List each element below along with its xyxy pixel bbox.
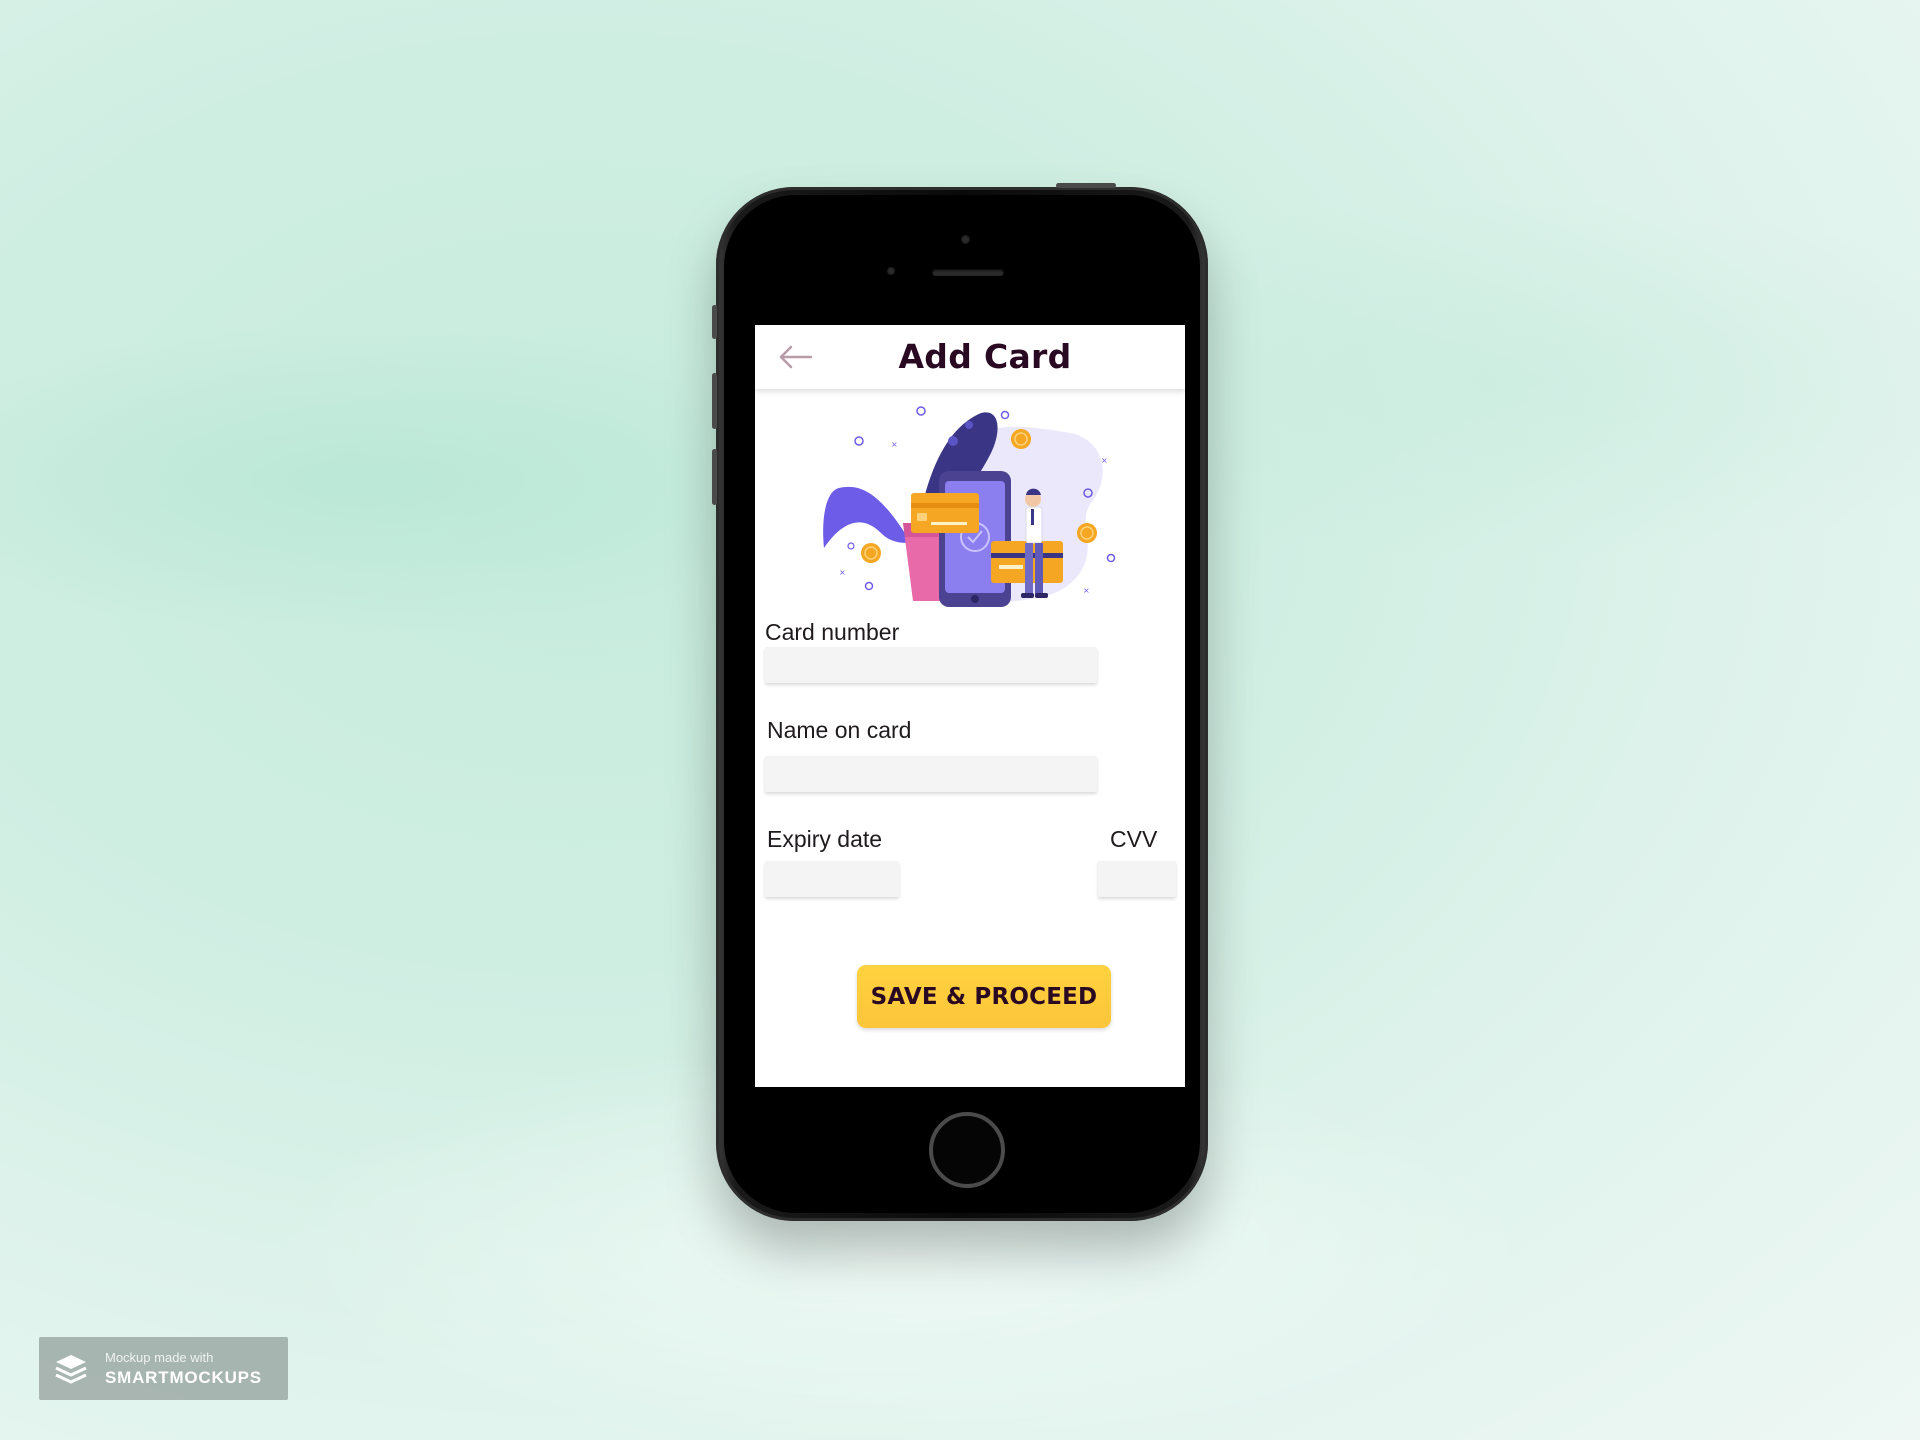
smartmockups-watermark: Mockup made with SMARTMOCKUPS (39, 1337, 288, 1400)
phone-top-button (1056, 183, 1116, 188)
watermark-caption: Mockup made with (105, 1350, 214, 1365)
svg-text:×: × (839, 568, 846, 577)
card-number-label: Card number (765, 619, 900, 645)
watermark-brand: SMARTMOCKUPS (105, 1368, 262, 1387)
layers-icon (55, 1355, 87, 1384)
earpiece-speaker (932, 269, 1004, 276)
credit-card-payment-illustration: × × × × (823, 406, 1116, 607)
svg-text:×: × (1101, 456, 1108, 465)
expiry-date-label: Expiry date (767, 826, 883, 852)
page-title: Add Card (898, 337, 1072, 376)
home-button[interactable] (929, 1112, 1005, 1188)
phone-side-button-3 (712, 449, 717, 505)
name-on-card-label: Name on card (767, 717, 912, 743)
phone-front: Add Card × × × × Card number Name on car… (724, 195, 1200, 1213)
save-and-proceed-button[interactable]: SAVE & PROCEED (857, 965, 1111, 1028)
phone-side-button-2 (712, 373, 717, 429)
card-number-input[interactable] (765, 647, 1097, 683)
app-header: Add Card (755, 325, 1185, 389)
phone-mockup: Add Card × × × × Card number Name on car… (712, 183, 1208, 1221)
expiry-date-input[interactable] (765, 861, 899, 897)
phone-side-button-1 (712, 305, 717, 339)
svg-text:×: × (891, 440, 898, 449)
svg-text:×: × (1083, 586, 1090, 595)
name-on-card-input[interactable] (765, 756, 1097, 792)
cvv-input[interactable] (1098, 861, 1176, 897)
cvv-label: CVV (1110, 826, 1158, 852)
proximity-sensor (887, 267, 895, 275)
front-camera (961, 235, 970, 244)
app-screen: Add Card × × × × Card number Name on car… (755, 325, 1185, 1087)
